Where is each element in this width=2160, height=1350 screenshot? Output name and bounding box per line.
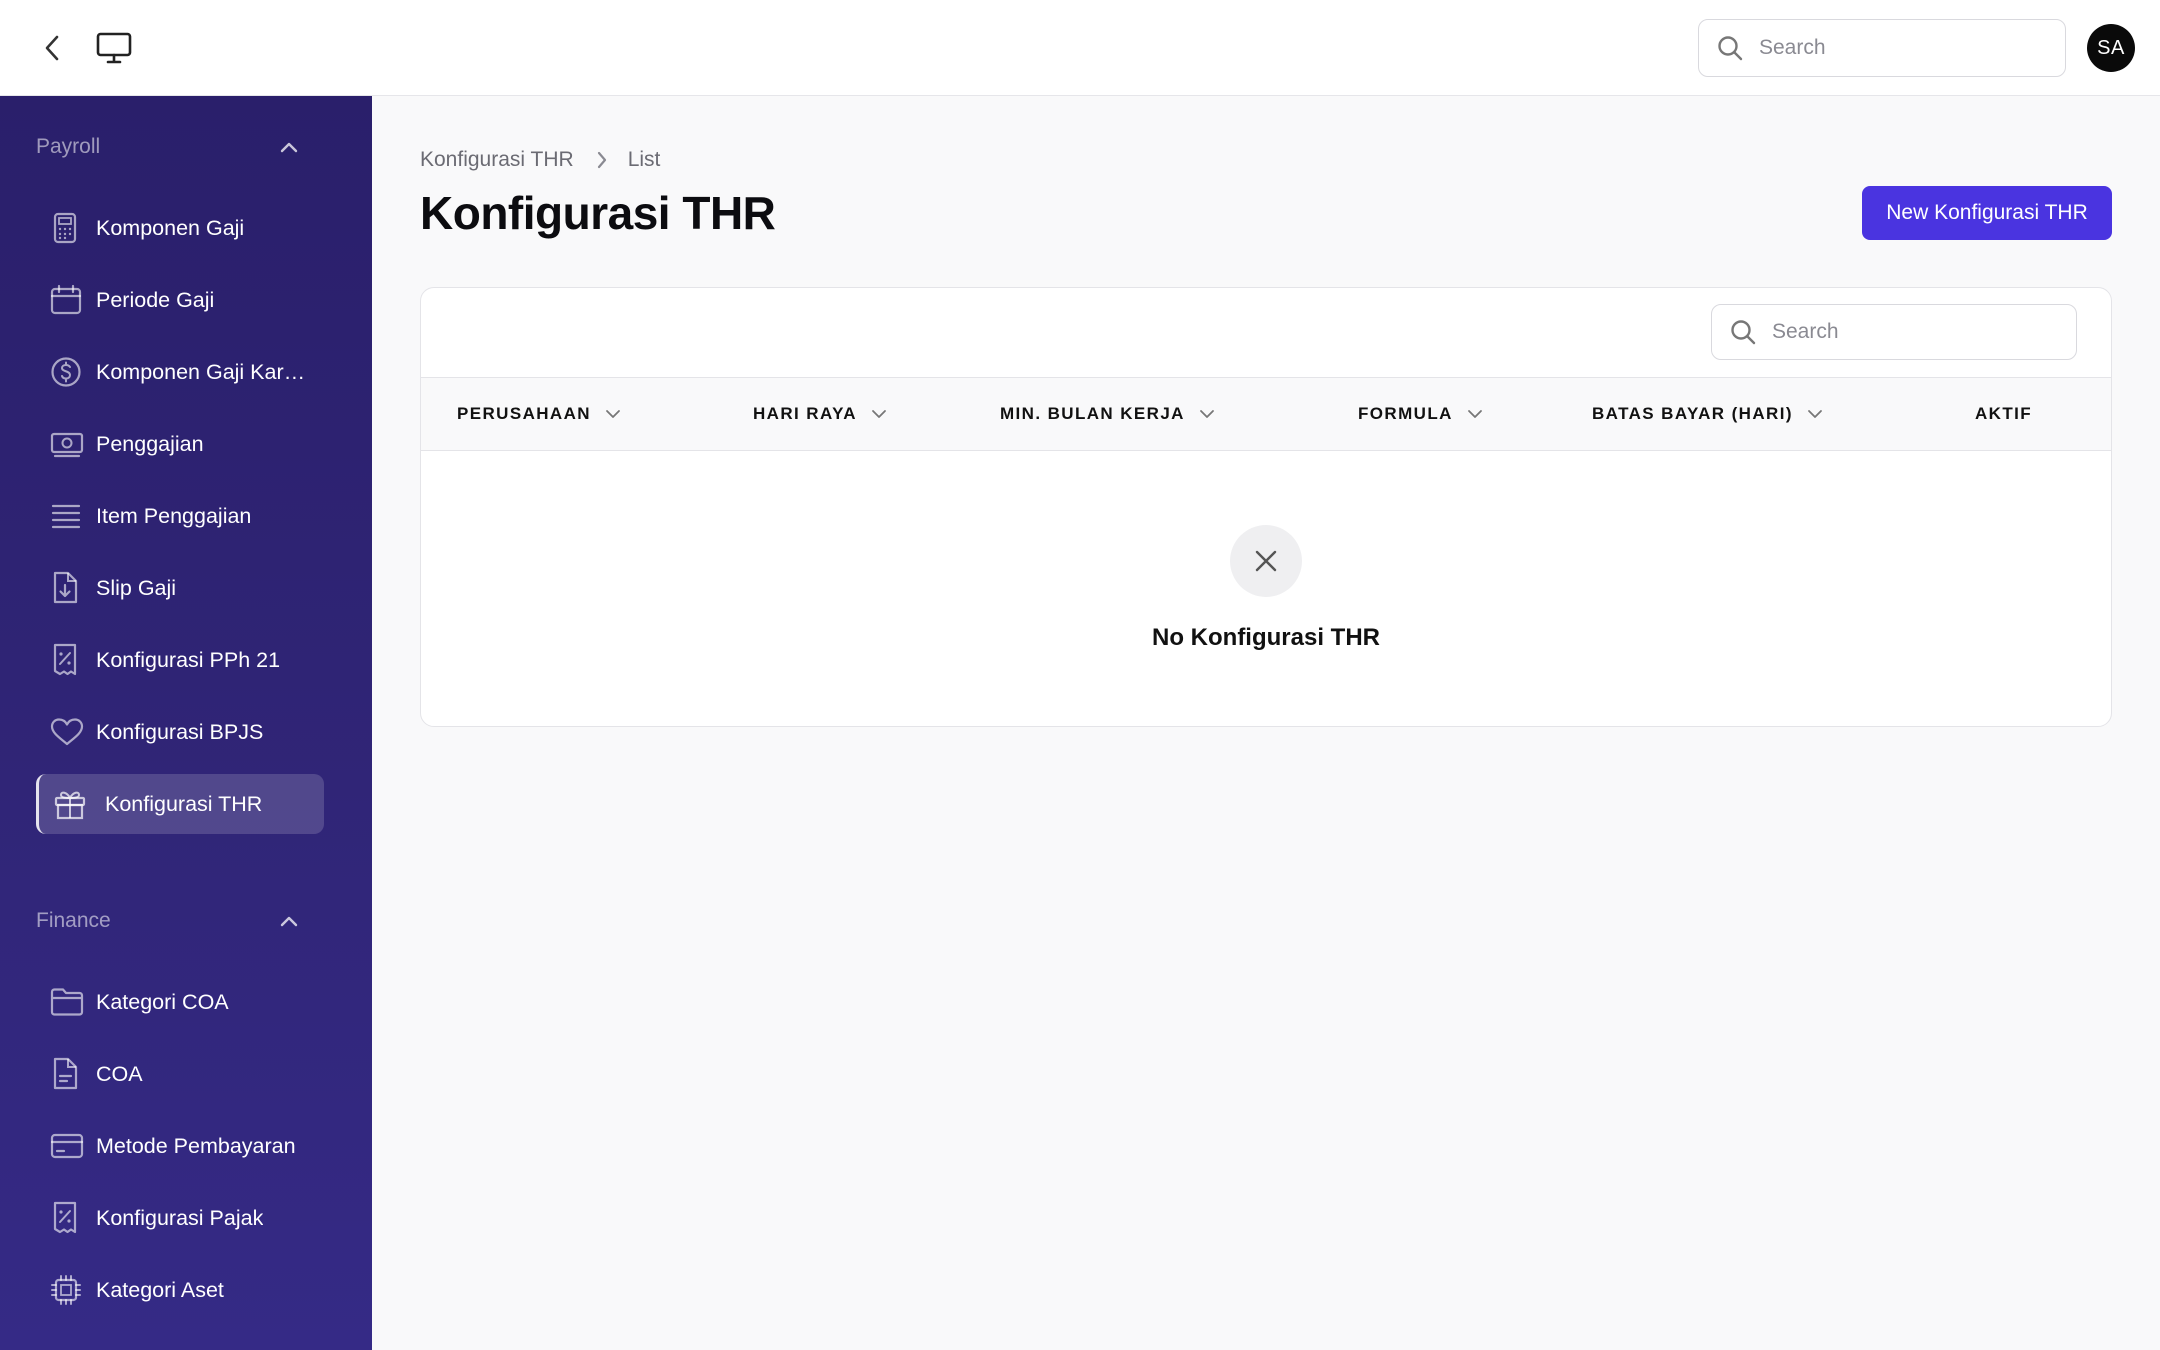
chevron-up-icon [280,916,298,927]
column-header-label: PERUSAHAAN [457,404,591,423]
sidebar-item-label: Item Penggajian [96,503,252,528]
column-header-label: FORMULA [1358,404,1453,423]
search-icon [1718,36,1743,61]
sidebar-item-coa[interactable]: COA [36,1045,324,1103]
credit-card-icon [36,1117,96,1175]
search-icon [1731,320,1756,345]
table-search[interactable] [1711,304,2077,360]
sidebar-group-finance[interactable]: Finance [36,901,300,941]
dollar-circle-icon [36,343,96,401]
empty-state-text: No Konfigurasi THR [1152,624,1380,651]
chevron-down-icon [1467,409,1483,419]
breadcrumb-current: List [627,148,661,171]
sidebar-item-slip-gaji[interactable]: Slip Gaji [36,559,324,617]
calculator-icon [36,199,96,257]
sidebar-item-label: Komponen Gaji [96,215,245,240]
column-header-hari-raya[interactable]: HARI RAYA [753,378,887,450]
chevron-down-icon [1199,409,1215,419]
sidebar-item-label: Komponen Gaji Karyawan [96,359,312,384]
chevron-right-icon [596,150,608,170]
sidebar-item-label: Kategori Aset [96,1277,224,1302]
sidebar: Payroll Komponen Gaji Periode Gaji Kompo… [0,96,372,1350]
sidebar-item-konfigurasi-bpjs[interactable]: Konfigurasi BPJS [36,703,324,761]
receipt-percent-icon [36,631,96,689]
breadcrumb: Konfigurasi THR List [420,144,660,176]
column-header-label: MIN. BULAN KERJA [1000,404,1185,423]
sidebar-item-label: Kategori COA [96,989,229,1014]
back-button[interactable] [32,30,72,66]
document-text-icon [36,1045,96,1103]
sidebar-item-konfigurasi-thr[interactable]: Konfigurasi THR [36,774,324,834]
document-download-icon [36,559,96,617]
column-header-label: AKTIF [1975,404,2033,423]
user-avatar[interactable]: SA [2087,24,2135,72]
chevron-down-icon [871,409,887,419]
sidebar-group-label: Payroll [36,135,101,158]
folder-icon [36,973,96,1031]
column-header-aktif: AKTIF [1975,378,2032,450]
table-header: PERUSAHAAN HARI RAYA MIN. BULAN KERJA FO… [421,377,2111,451]
gift-icon [39,775,105,833]
sidebar-item-konfigurasi-pajak[interactable]: Konfigurasi Pajak [36,1189,324,1247]
cpu-chip-icon [36,1261,96,1319]
sidebar-item-periode-gaji[interactable]: Periode Gaji [36,271,324,329]
sidebar-item-label: Konfigurasi THR [105,791,263,816]
monitor-button[interactable] [94,28,134,68]
column-header-batas-bayar[interactable]: BATAS BAYAR (HARI) [1592,378,1823,450]
calendar-icon [36,271,96,329]
close-icon [1255,550,1277,572]
sidebar-item-label: Slip Gaji [96,575,177,600]
sidebar-item-label: Metode Pembayaran [96,1133,296,1158]
sidebar-item-metode-pembayaran[interactable]: Metode Pembayaran [36,1117,324,1175]
global-search[interactable] [1698,19,2066,77]
chevron-up-icon [280,142,298,153]
empty-state-icon [1230,525,1302,597]
column-header-perusahaan[interactable]: PERUSAHAAN [457,378,621,450]
column-header-formula[interactable]: FORMULA [1358,378,1483,450]
top-bar: SA [0,0,2160,96]
monitor-icon [96,32,132,64]
sidebar-item-label: Konfigurasi PPh 21 [96,647,281,672]
chevron-down-icon [1807,409,1823,419]
chevron-down-icon [605,409,621,419]
table-search-input[interactable] [1772,320,2062,344]
table-card: PERUSAHAAN HARI RAYA MIN. BULAN KERJA FO… [420,287,2112,727]
sidebar-item-label: Penggajian [96,431,204,456]
sidebar-item-komponen-gaji-karyawan[interactable]: Komponen Gaji Karyawan [36,343,324,401]
column-header-min-bulan-kerja[interactable]: MIN. BULAN KERJA [1000,378,1215,450]
receipt-percent-icon [36,1189,96,1247]
sidebar-item-kategori-coa[interactable]: Kategori COA [36,973,324,1031]
sidebar-item-penggajian[interactable]: Penggajian [36,415,324,473]
sidebar-group-payroll[interactable]: Payroll [36,127,300,167]
column-header-label: BATAS BAYAR (HARI) [1592,404,1793,423]
page-title: Konfigurasi THR [420,187,776,239]
sidebar-item-konfigurasi-pph21[interactable]: Konfigurasi PPh 21 [36,631,324,689]
sidebar-item-komponen-gaji[interactable]: Komponen Gaji [36,199,324,257]
cash-icon [36,415,96,473]
sidebar-item-label: Konfigurasi BPJS [96,719,264,744]
breadcrumb-link[interactable]: Konfigurasi THR [420,148,574,172]
list-icon [36,487,96,545]
heart-icon [36,703,96,761]
column-header-label: HARI RAYA [753,404,857,423]
new-konfigurasi-thr-button[interactable]: New Konfigurasi THR [1862,186,2112,240]
sidebar-item-kategori-aset[interactable]: Kategori Aset [36,1261,324,1319]
sidebar-item-label: Konfigurasi Pajak [96,1205,264,1230]
global-search-input[interactable] [1759,36,2049,60]
sidebar-item-label: Periode Gaji [96,287,215,312]
sidebar-group-label: Finance [36,909,111,932]
chevron-left-icon [45,35,59,61]
sidebar-item-label: COA [96,1061,143,1086]
sidebar-item-item-penggajian[interactable]: Item Penggajian [36,487,324,545]
